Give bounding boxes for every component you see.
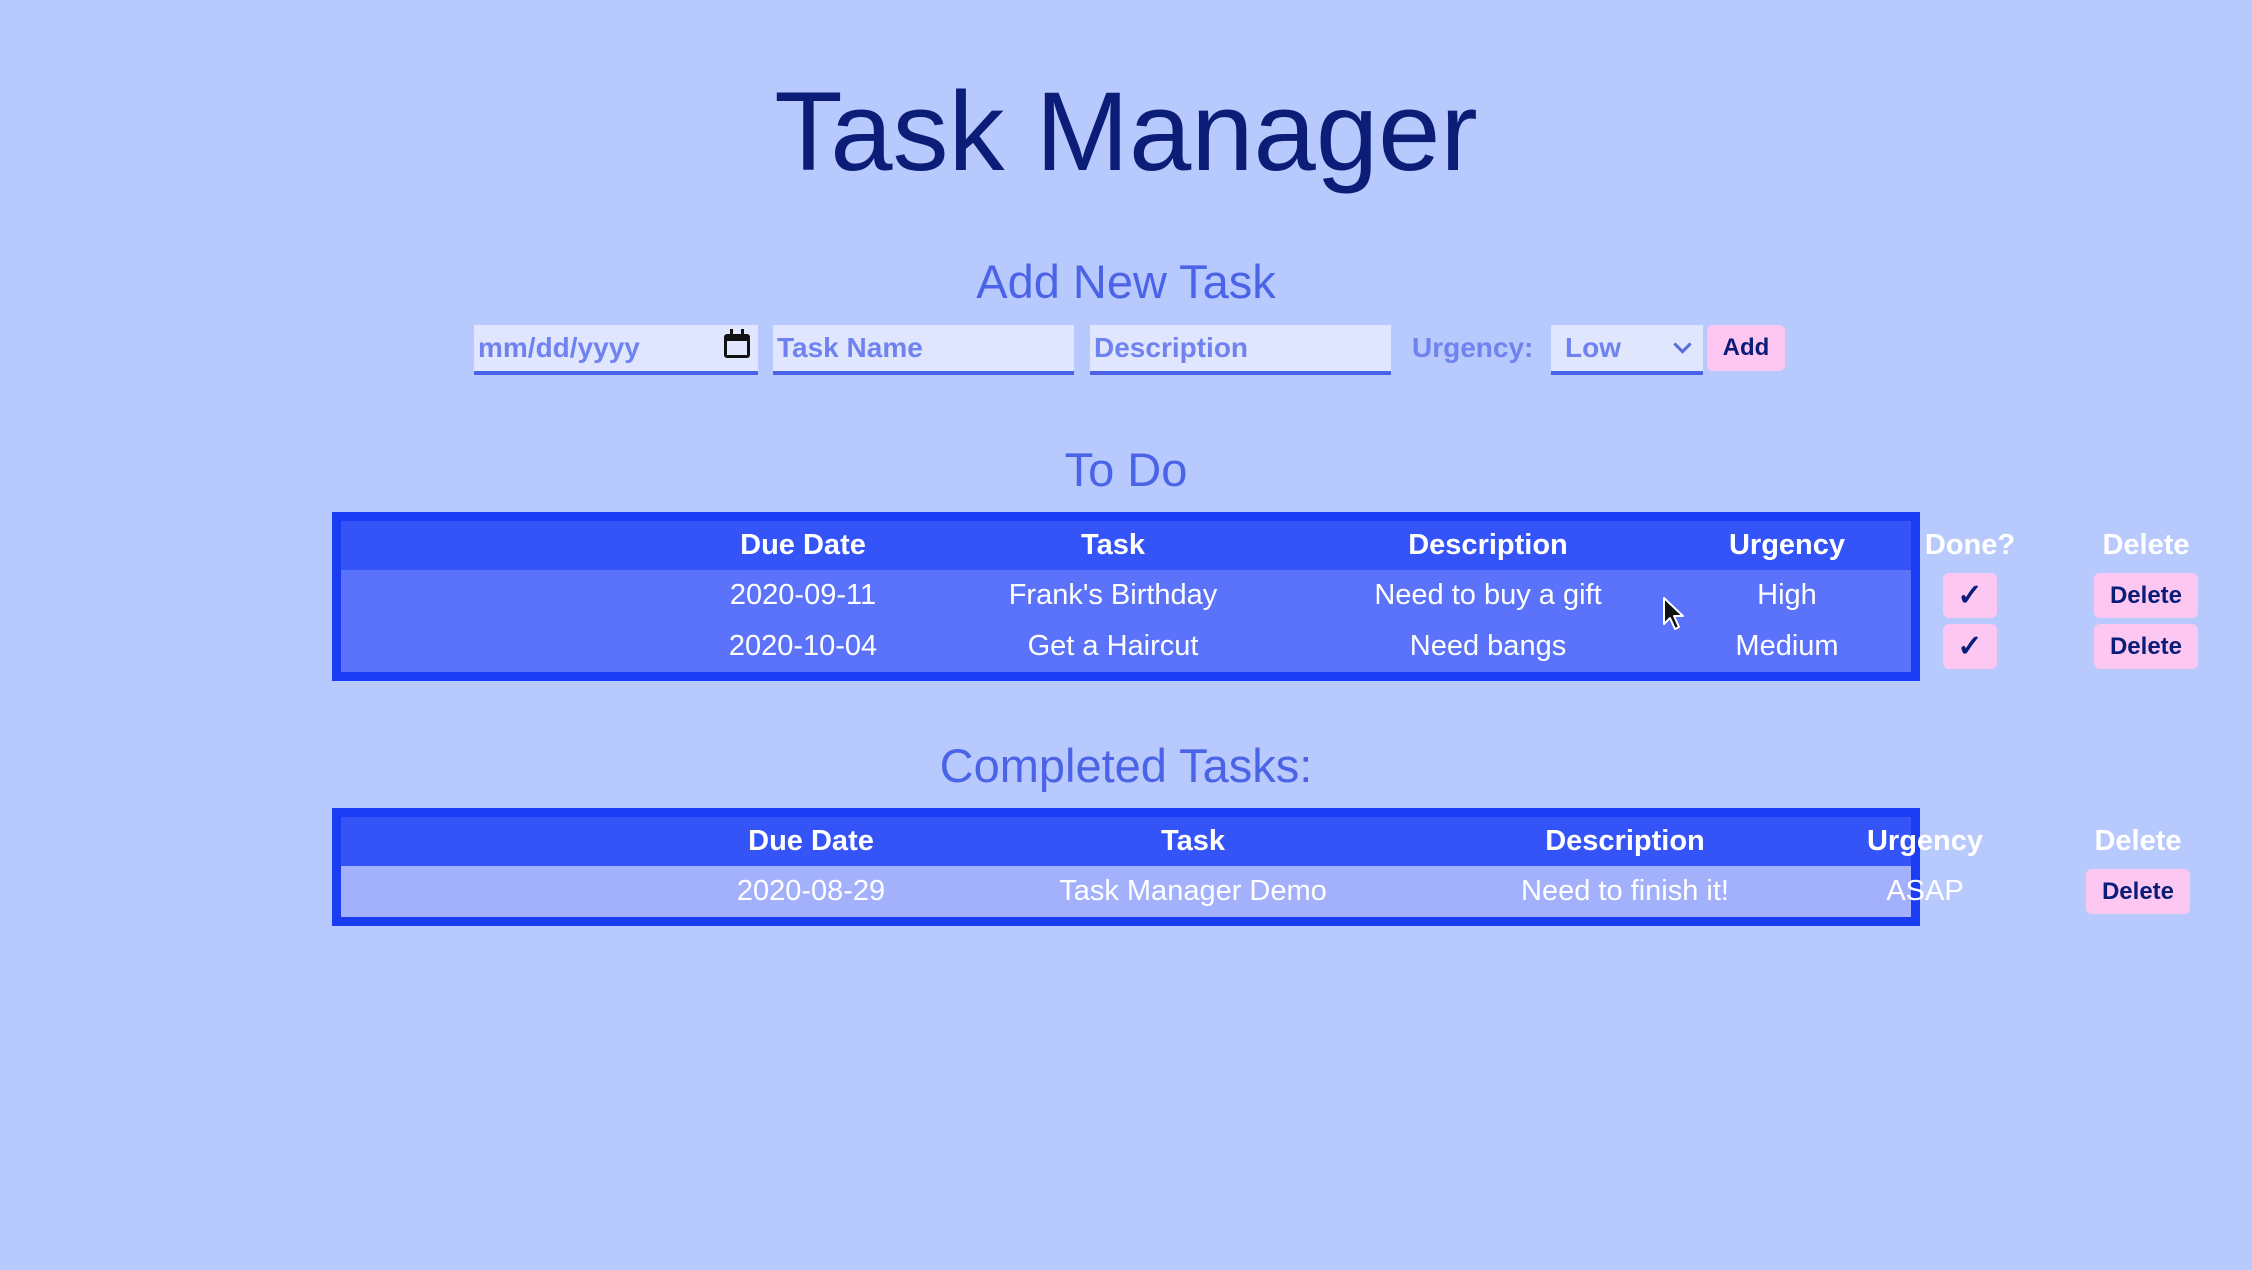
delete-button[interactable]: Delete (2094, 573, 2198, 618)
delete-button[interactable]: Delete (2094, 624, 2198, 669)
cell-due-date: 2020-08-29 (736, 875, 886, 907)
col-header-description: Description (1408, 529, 1568, 561)
mark-done-button[interactable]: ✓ (1943, 573, 1997, 618)
task-name-input[interactable]: Task Name (773, 325, 1074, 375)
description-placeholder: Description (1094, 332, 1249, 363)
col-header-description: Description (1545, 825, 1705, 857)
todo-heading: To Do (1064, 443, 1188, 496)
cell-urgency: Medium (1735, 630, 1839, 662)
col-header-urgency: Urgency (1866, 825, 1984, 857)
col-header-task: Task (1081, 529, 1145, 561)
task-name-placeholder: Task Name (777, 332, 923, 363)
urgency-label: Urgency: (1412, 332, 1534, 363)
cell-task: Get a Haircut (1027, 630, 1199, 662)
add-task-button[interactable]: Add (1707, 325, 1785, 371)
urgency-select[interactable]: Low (1551, 325, 1703, 375)
cell-description: Need to buy a gift (1374, 579, 1602, 611)
col-header-due-date: Due Date (748, 825, 874, 857)
add-task-form: mm/dd/yyyy Task Name Description Urgency… (0, 325, 2252, 375)
cell-description: Need to finish it! (1521, 875, 1729, 907)
completed-heading: Completed Tasks: (939, 739, 1313, 792)
cell-urgency: ASAP (1886, 875, 1964, 907)
due-date-placeholder: mm/dd/yyyy (478, 332, 640, 363)
col-header-due-date: Due Date (740, 529, 866, 561)
table-row: 2020-08-29 Task Manager Demo Need to fin… (341, 866, 2190, 917)
col-header-delete: Delete (2102, 529, 2190, 561)
col-header-done: Done? (1924, 529, 2016, 561)
chevron-down-icon (1673, 335, 1692, 354)
col-header-task: Task (1161, 825, 1225, 857)
col-header-urgency: Urgency (1728, 529, 1846, 561)
mouse-cursor-icon (1663, 597, 1684, 630)
cell-due-date: 2020-10-04 (728, 630, 878, 662)
mark-done-button[interactable]: ✓ (1943, 624, 1997, 669)
page-title: Task Manager (774, 69, 1478, 194)
add-task-heading: Add New Task (976, 255, 1276, 308)
col-header-delete: Delete (2094, 825, 2182, 857)
due-date-input[interactable]: mm/dd/yyyy (474, 325, 758, 375)
todo-table-header: Due Date Task Description Urgency Done? … (341, 521, 2190, 570)
description-input[interactable]: Description (1090, 325, 1391, 375)
cell-task: Task Manager Demo (1059, 875, 1327, 907)
urgency-selected-value: Low (1565, 332, 1621, 363)
cell-task: Frank's Birthday (1008, 579, 1218, 611)
cell-urgency: High (1757, 579, 1817, 611)
calendar-icon[interactable] (724, 329, 750, 358)
cell-description: Need bangs (1409, 630, 1567, 662)
completed-table: Due Date Task Description Urgency Delete… (332, 808, 2190, 926)
delete-button[interactable]: Delete (2086, 869, 2190, 914)
cell-due-date: 2020-09-11 (729, 579, 877, 611)
completed-table-header: Due Date Task Description Urgency Delete (341, 817, 2182, 866)
